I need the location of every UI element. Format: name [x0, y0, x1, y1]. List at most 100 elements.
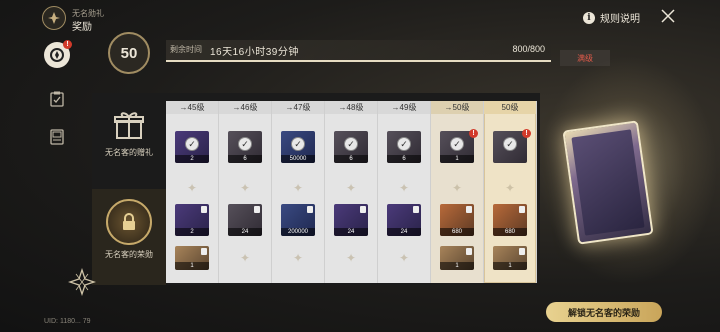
alert-badge: !: [522, 129, 531, 138]
paid-reward-item[interactable]: 2: [175, 204, 209, 236]
lock-emblem-icon: [106, 199, 152, 245]
level-indicator: 50: [108, 32, 150, 74]
close-icon: [661, 9, 675, 23]
divider-star-icon: ✦: [398, 251, 410, 265]
item-amount: 1: [175, 262, 209, 270]
free-reward-item[interactable]: ✓ 2: [175, 131, 209, 163]
reward-columns: →45级 ✓ 2 ✦ 2 1 →46级 ✓ 6 ✦ 24 ✦ →47级 ✓ 50000 ✦ 200000 ✦ →48…: [166, 101, 537, 285]
lock-icon: [360, 206, 366, 213]
divider-star-icon: ✦: [504, 181, 516, 195]
exp-progress-bar: [166, 60, 551, 62]
item-amount: 2: [175, 155, 209, 163]
lock-icon: [413, 206, 419, 213]
item-amount: 6: [387, 155, 421, 163]
trailblaze-emblem-icon: [42, 6, 66, 30]
item-amount: 2: [175, 228, 209, 236]
lock-icon: [466, 248, 472, 255]
column-level-header: →49级: [378, 101, 430, 114]
claimed-check-icon: ✓: [503, 137, 517, 151]
lock-icon: [307, 206, 313, 213]
free-track-label: 无名客的赠礼: [105, 148, 153, 157]
rules-button[interactable]: i 规则说明: [583, 10, 640, 25]
item-amount: 1: [440, 155, 474, 163]
reward-column: →47级 ✓ 50000 ✦ 200000 ✦: [272, 101, 325, 283]
lock-icon: [519, 248, 525, 255]
free-reward-item[interactable]: ✓ 6: [228, 131, 262, 163]
timer-value: 16天16小时39分钟: [210, 47, 299, 58]
free-reward-item[interactable]: ✓ 6: [334, 131, 368, 163]
reward-column: →49级 ✓ 6 ✦ 24 ✦: [378, 101, 431, 283]
item-amount: 24: [228, 228, 262, 236]
lock-icon: [254, 206, 260, 213]
paid-reward-item[interactable]: 1: [440, 246, 474, 270]
reward-column: →50级 ✓ 1! ✦ 680 1: [431, 101, 484, 283]
free-reward-item[interactable]: ✓ 6: [387, 131, 421, 163]
reward-column: →45级 ✓ 2 ✦ 2 1: [166, 101, 219, 283]
shop-icon: [50, 129, 64, 145]
item-amount: 680: [440, 228, 474, 236]
free-reward-item[interactable]: ✓ 50000: [281, 131, 315, 163]
lock-icon: [466, 206, 472, 213]
free-track-header: 无名客的赠礼: [92, 93, 166, 189]
column-level-header: →47级: [272, 101, 324, 114]
divider-star-icon: ✦: [398, 181, 410, 195]
column-level-header: →45级: [166, 101, 218, 114]
paid-reward-item[interactable]: 1: [493, 246, 527, 270]
tab-shop[interactable]: [44, 124, 70, 150]
exp-progress-fill: [166, 60, 551, 62]
item-amount: 200000: [281, 228, 315, 236]
paid-reward-item[interactable]: 24: [334, 204, 368, 236]
reward-column: →46级 ✓ 6 ✦ 24 ✦: [219, 101, 272, 283]
tab-missions[interactable]: [44, 86, 70, 112]
exp-value: 800/800: [512, 44, 545, 54]
paid-reward-item[interactable]: 24: [387, 204, 421, 236]
info-icon: i: [583, 11, 595, 24]
alert-badge: !: [469, 129, 478, 138]
claimed-check-icon: ✓: [185, 137, 199, 151]
uid-label: UID: 1180... 79: [44, 318, 91, 325]
divider-star-icon: ✦: [345, 181, 357, 195]
item-amount: 1: [493, 262, 527, 270]
reward-card-art[interactable]: [562, 120, 654, 245]
divider-star-icon: ✦: [345, 251, 357, 265]
claimed-check-icon: ✓: [450, 137, 464, 151]
claimed-check-icon: ✓: [344, 137, 358, 151]
paid-reward-item[interactable]: 1: [175, 246, 209, 270]
item-amount: 1: [440, 262, 474, 270]
lock-icon: [519, 206, 525, 213]
lock-icon: [201, 248, 207, 255]
paid-reward-item[interactable]: 680: [440, 204, 474, 236]
item-amount: 50000: [281, 155, 315, 163]
divider-star-icon: ✦: [292, 181, 304, 195]
page-title: 奖励: [72, 22, 92, 33]
column-level-header: →46级: [219, 101, 271, 114]
item-amount: 6: [228, 155, 262, 163]
column-level-header: →48级: [325, 101, 377, 114]
gift-icon: [111, 107, 147, 143]
timer-label: 剩余时间: [170, 45, 202, 54]
item-amount: 6: [334, 155, 368, 163]
tab-rewards[interactable]: !: [44, 40, 72, 68]
paid-track-header: 无名客的荣勋: [92, 189, 166, 285]
paid-reward-item[interactable]: 680: [493, 204, 527, 236]
item-amount: 24: [334, 228, 368, 236]
lock-icon: [201, 206, 207, 213]
unlock-premium-button[interactable]: 解锁无名客的荣勋: [546, 302, 662, 322]
item-amount: 24: [387, 228, 421, 236]
paid-track-label: 无名客的荣勋: [105, 250, 153, 259]
timer-bar: 剩余时间 16天16小时39分钟 800/800: [166, 40, 551, 60]
column-level-header: →50级: [431, 101, 483, 114]
reward-column: 50级 ✓! ✦ 680 1: [484, 101, 537, 283]
rewards-panel: 无名客的赠礼 无名客的荣勋 →45级 ✓ 2 ✦ 2 1 →46级 ✓ 6 ✦ 24 ✦ →47级 ✓ 50…: [92, 93, 540, 285]
tab-alert-badge: !: [63, 40, 72, 49]
claimed-check-icon: ✓: [291, 137, 305, 151]
paid-reward-item[interactable]: 200000: [281, 204, 315, 236]
emblem-icon: [50, 48, 64, 62]
reward-column: →48级 ✓ 6 ✦ 24 ✦: [325, 101, 378, 283]
column-level-header: 50级: [484, 101, 536, 114]
divider-star-icon: ✦: [451, 181, 463, 195]
divider-star-icon: ✦: [186, 181, 198, 195]
close-button[interactable]: [660, 8, 676, 24]
clipboard-icon: [50, 91, 64, 107]
paid-reward-item[interactable]: 24: [228, 204, 262, 236]
